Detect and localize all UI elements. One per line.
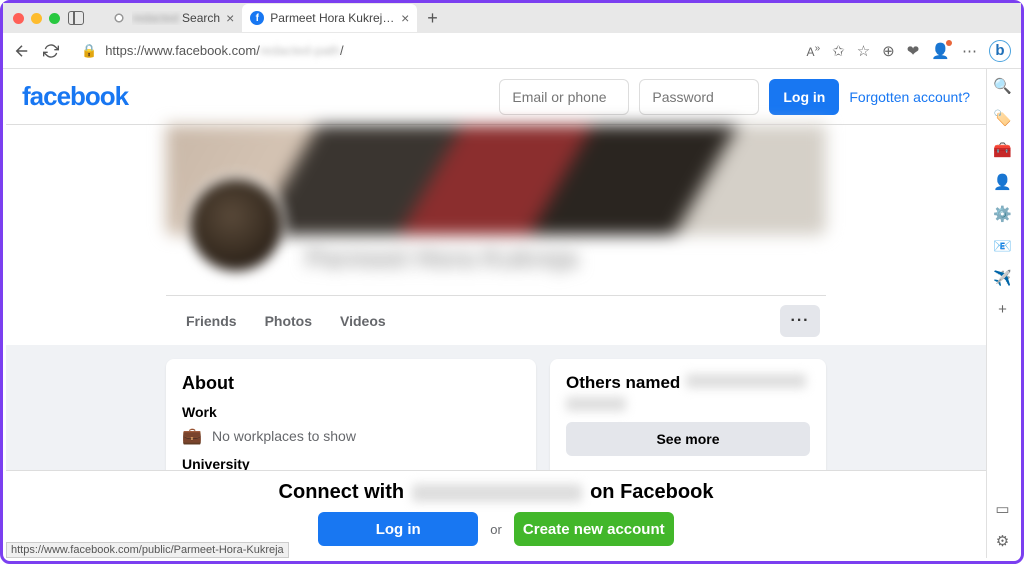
titlebar: redacted Search × f Parmeet Hora Kukreja… <box>3 3 1021 33</box>
profile-tabs: Friends Photos Videos ··· <box>166 295 826 345</box>
tab-friends[interactable]: Friends <box>172 296 251 345</box>
favorites-icon[interactable]: ☆ <box>857 42 870 60</box>
maximize-window-button[interactable] <box>49 13 60 24</box>
lock-icon: 🔒 <box>81 43 97 59</box>
text-size-icon[interactable]: A» <box>807 43 821 59</box>
redacted-name <box>686 374 806 388</box>
login-button[interactable]: Log in <box>769 79 839 115</box>
window-controls <box>13 13 60 24</box>
more-icon[interactable]: ⋯ <box>962 42 977 60</box>
extensions-icon[interactable]: ❤ <box>907 42 920 60</box>
tab-close-icon[interactable]: × <box>401 10 409 26</box>
about-work-heading: Work <box>182 404 520 420</box>
banner-login-button[interactable]: Log in <box>318 512 478 546</box>
status-bar-url: https://www.facebook.com/public/Parmeet-… <box>6 542 289 558</box>
url-text: https://www.facebook.com/redacted-path/ <box>105 43 343 58</box>
create-account-button[interactable]: Create new account <box>514 512 674 546</box>
sidebar-search-icon[interactable]: 🔍 <box>993 77 1012 95</box>
sidebar-add-icon[interactable]: + <box>998 301 1007 318</box>
profile-header: Parmeet Hora Kukreja Friends Photos Vide… <box>6 125 986 345</box>
redacted-name <box>566 397 626 411</box>
sidebar-settings-icon[interactable]: ⚙ <box>996 532 1009 550</box>
banner-title: Connect with on Facebook <box>279 481 714 504</box>
sidebar-toggle-icon[interactable] <box>68 11 84 25</box>
password-field[interactable] <box>639 79 759 115</box>
profile-icon[interactable]: 👤 <box>931 42 950 60</box>
about-work-row: 💼 No workplaces to show <box>182 426 520 446</box>
browser-tabs: redacted Search × f Parmeet Hora Kukreja… <box>104 4 448 32</box>
about-work-text: No workplaces to show <box>212 428 356 444</box>
refresh-button[interactable] <box>43 43 59 59</box>
sidebar-games-icon[interactable]: 👤 <box>993 173 1012 191</box>
banner-or: or <box>490 522 502 537</box>
browser-toolbar: 🔒 https://www.facebook.com/redacted-path… <box>3 33 1021 69</box>
page-content: facebook Log in Forgotten account? Parme… <box>6 69 986 558</box>
address-bar[interactable]: 🔒 https://www.facebook.com/redacted-path… <box>71 37 795 65</box>
browser-tab[interactable]: redacted Search × <box>104 4 242 32</box>
facebook-logo[interactable]: facebook <box>22 81 128 112</box>
about-title: About <box>182 373 520 394</box>
email-field[interactable] <box>499 79 629 115</box>
sidebar-drop-icon[interactable]: ✈️ <box>993 269 1012 287</box>
toolbar-icons: A» ✩ ☆ ⊕ ❤ 👤 ⋯ b <box>807 40 1011 62</box>
redacted-name <box>412 484 582 502</box>
browser-chrome: redacted Search × f Parmeet Hora Kukreja… <box>3 3 1021 69</box>
bing-favicon-icon <box>112 11 126 25</box>
bing-chat-icon[interactable]: b <box>989 40 1011 62</box>
star-outline-icon[interactable]: ✩ <box>832 42 845 60</box>
see-more-button[interactable]: See more <box>566 422 810 456</box>
collections-icon[interactable]: ⊕ <box>882 42 895 60</box>
forgotten-account-link[interactable]: Forgotten account? <box>849 89 970 105</box>
facebook-favicon-icon: f <box>250 11 264 25</box>
more-button[interactable]: ··· <box>780 305 820 337</box>
profile-picture[interactable] <box>186 175 286 275</box>
facebook-header: facebook Log in Forgotten account? <box>6 69 986 125</box>
sidebar-office-icon[interactable]: ⚙️ <box>993 205 1012 223</box>
tab-photos[interactable]: Photos <box>251 296 326 345</box>
browser-tab-active[interactable]: f Parmeet Hora Kukreja | Facebo × <box>242 4 417 32</box>
new-tab-button[interactable]: + <box>417 8 448 29</box>
sidebar-shopping-icon[interactable]: 🏷️ <box>993 109 1012 127</box>
back-button[interactable] <box>13 42 31 60</box>
edge-sidebar: 🔍 🏷️ 🧰 👤 ⚙️ 📧 ✈️ + ▭ ⚙ <box>986 69 1018 558</box>
tab-label: Parmeet Hora Kukreja | Facebo <box>270 11 395 25</box>
close-window-button[interactable] <box>13 13 24 24</box>
minimize-window-button[interactable] <box>31 13 42 24</box>
sidebar-tools-icon[interactable]: 🧰 <box>993 141 1012 159</box>
briefcase-icon: 💼 <box>182 426 202 446</box>
sidebar-outlook-icon[interactable]: 📧 <box>993 237 1012 255</box>
tab-videos[interactable]: Videos <box>326 296 400 345</box>
others-named-title: Others named <box>566 373 810 393</box>
cover-area <box>166 125 826 235</box>
tab-label: redacted Search <box>132 11 220 25</box>
profile-name: Parmeet Hora Kukreja <box>306 243 826 274</box>
tab-close-icon[interactable]: × <box>226 10 234 26</box>
sidebar-hide-icon[interactable]: ▭ <box>995 500 1009 518</box>
